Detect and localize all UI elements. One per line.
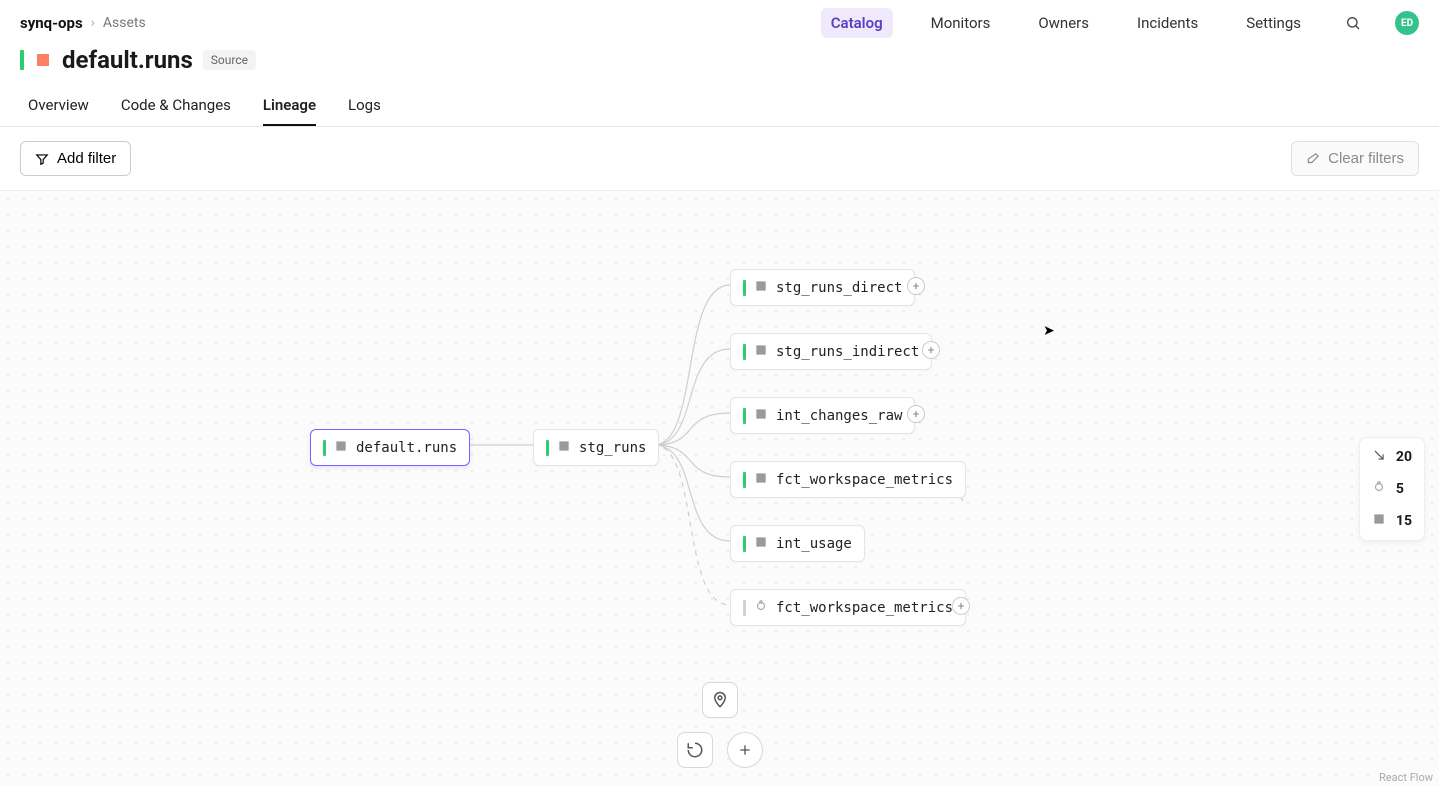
canvas-controls (677, 682, 763, 768)
node-fct-workspace-metrics[interactable]: fct_workspace_metrics (730, 461, 966, 498)
status-indicator (743, 344, 746, 360)
search-icon[interactable] (1339, 9, 1367, 37)
node-int-usage[interactable]: int_usage (730, 525, 865, 562)
legend-x-count: 15 (1396, 513, 1412, 529)
dbt-icon (754, 534, 768, 553)
legend-circle-count: 5 (1396, 481, 1404, 497)
status-bar-icon (20, 50, 24, 70)
dbt-icon (754, 342, 768, 361)
locate-button[interactable] (702, 682, 738, 718)
nav-owners[interactable]: Owners (1028, 8, 1099, 38)
status-indicator (546, 440, 549, 456)
attribution-text: React Flow (1379, 771, 1433, 784)
status-indicator (743, 280, 746, 296)
node-label: int_usage (776, 536, 852, 552)
source-badge: Source (203, 50, 256, 70)
breadcrumb: synq-ops › Assets (20, 14, 146, 32)
undo-icon (686, 741, 704, 759)
expand-plus-button[interactable]: + (922, 341, 940, 359)
cursor-icon: ➤ (1043, 323, 1055, 339)
tab-overview[interactable]: Overview (28, 88, 89, 126)
status-indicator (743, 600, 746, 616)
node-int-changes-raw[interactable]: int_changes_raw (730, 397, 915, 434)
nav-incidents[interactable]: Incidents (1127, 8, 1208, 38)
node-label: int_changes_raw (776, 408, 902, 424)
node-stg-runs-direct[interactable]: stg_runs_direct (730, 269, 915, 306)
add-filter-button[interactable]: Add filter (20, 141, 131, 176)
node-stg-runs-indirect[interactable]: stg_runs_indirect (730, 333, 932, 370)
main-nav: Catalog Monitors Owners Incidents Settin… (821, 8, 1419, 38)
nav-monitors[interactable]: Monitors (921, 8, 1001, 38)
status-indicator (743, 408, 746, 424)
reset-button[interactable] (677, 732, 713, 768)
eraser-icon (1306, 152, 1320, 166)
lineage-canvas[interactable]: default.runs stg_runs stg_runs_direct + … (0, 191, 1439, 786)
node-default-runs[interactable]: default.runs (310, 429, 470, 466)
status-indicator (323, 440, 326, 456)
clear-filters-label: Clear filters (1328, 150, 1404, 167)
dbt-icon (557, 438, 571, 457)
node-stg-runs[interactable]: stg_runs (533, 429, 659, 466)
node-label: default.runs (356, 440, 457, 456)
org-name[interactable]: synq-ops (20, 14, 83, 32)
node-label: fct_workspace_metrics (776, 600, 953, 616)
breadcrumb-assets[interactable]: Assets (103, 15, 146, 31)
dbt-icon (1372, 512, 1386, 530)
page-title: default.runs (62, 46, 193, 74)
status-indicator (743, 472, 746, 488)
add-filter-label: Add filter (57, 150, 116, 167)
tab-lineage[interactable]: Lineage (263, 88, 316, 126)
chevron-icon: › (91, 15, 95, 31)
arrow-down-right-icon (1372, 448, 1386, 466)
zoom-in-button[interactable] (727, 732, 763, 768)
expand-plus-button[interactable]: + (907, 405, 925, 423)
node-label: stg_runs (579, 440, 646, 456)
plus-icon (737, 742, 753, 758)
avatar[interactable]: ED (1395, 11, 1419, 35)
node-label: fct_workspace_metrics (776, 472, 953, 488)
dbt-icon (754, 406, 768, 425)
node-fct-workspace-metrics-b[interactable]: fct_workspace_metrics (730, 589, 966, 626)
pin-icon (711, 691, 729, 709)
tab-logs[interactable]: Logs (348, 88, 381, 126)
tab-code-changes[interactable]: Code & Changes (121, 88, 231, 126)
clear-filters-button[interactable]: Clear filters (1291, 141, 1419, 176)
circle-icon (754, 598, 768, 617)
page-tabs: Overview Code & Changes Lineage Logs (0, 82, 1439, 127)
expand-plus-button[interactable]: + (952, 597, 970, 615)
legend-arrow-count: 20 (1396, 449, 1412, 465)
filter-icon (35, 152, 49, 166)
node-label: stg_runs_indirect (776, 344, 919, 360)
node-label: stg_runs_direct (776, 280, 902, 296)
legend-panel: 20 5 15 (1359, 437, 1425, 541)
nav-settings[interactable]: Settings (1236, 8, 1311, 38)
dbt-icon (754, 278, 768, 297)
circle-icon (1372, 480, 1386, 498)
dbt-icon (34, 51, 52, 69)
expand-plus-button[interactable]: + (907, 277, 925, 295)
dbt-icon (754, 470, 768, 489)
status-indicator (743, 536, 746, 552)
dbt-icon (334, 438, 348, 457)
nav-catalog[interactable]: Catalog (821, 8, 893, 38)
